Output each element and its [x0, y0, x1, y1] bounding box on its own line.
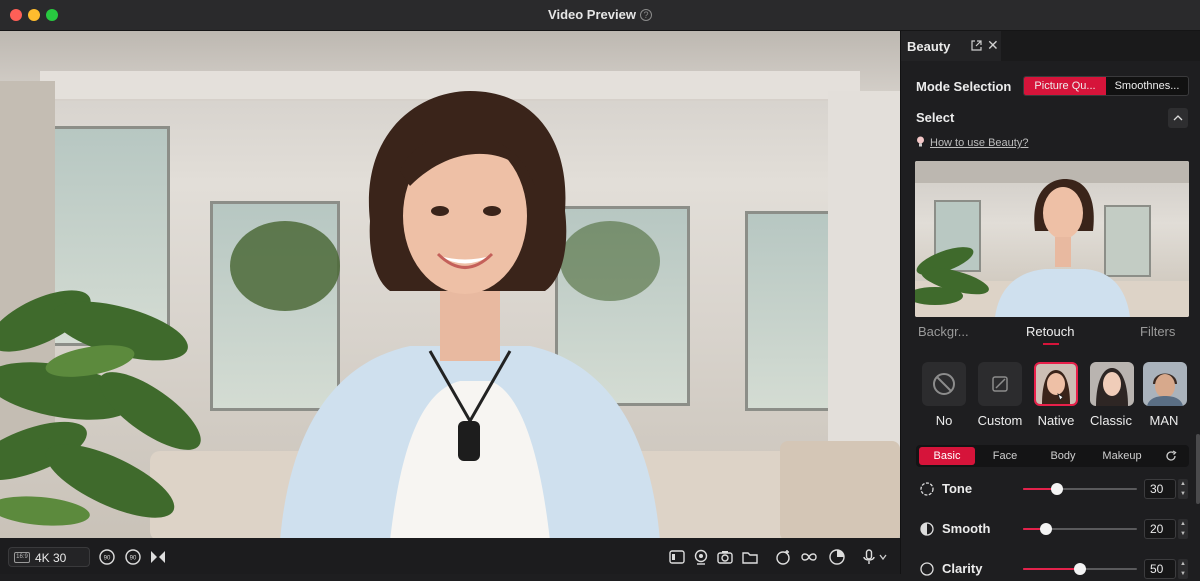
category-face[interactable]: Face: [978, 445, 1032, 467]
svg-text:90: 90: [104, 556, 111, 562]
aspect-ratio-badge: 16:9: [14, 552, 30, 563]
add-effect-icon[interactable]: [774, 548, 792, 566]
preset-no[interactable]: [922, 362, 966, 406]
lightbulb-icon: [917, 136, 924, 147]
chevron-down-icon[interactable]: [878, 552, 888, 570]
edit-icon: [992, 376, 1008, 392]
webcam-icon[interactable]: [692, 548, 710, 566]
beauty-subtabs: Backgr... Retouch Filters: [901, 323, 1200, 345]
tab-label: Beauty: [907, 39, 951, 54]
classic-face-thumbnail: [1090, 362, 1134, 406]
resolution-label: 4K 30: [35, 551, 67, 565]
tab-retouch[interactable]: Retouch: [1026, 324, 1074, 339]
clarity-value-field[interactable]: 50: [1144, 559, 1176, 579]
slider-row-tone: Tone 30 ▲ ▼: [916, 477, 1189, 501]
tone-icon: [920, 482, 934, 496]
preset-label-custom: Custom: [977, 413, 1023, 428]
slider-label: Smooth: [942, 521, 991, 536]
video-toolbar: 16:9 4K 30 90 90: [0, 538, 900, 574]
smooth-slider[interactable]: [1023, 523, 1137, 535]
chevron-up-icon: [1173, 115, 1183, 121]
select-label: Select: [916, 110, 955, 125]
category-basic[interactable]: Basic: [919, 447, 975, 465]
category-body[interactable]: Body: [1036, 445, 1090, 467]
rotate-left-icon[interactable]: 90: [98, 548, 116, 566]
smooth-icon: [920, 522, 934, 536]
beauty-preview-image: [915, 161, 1189, 317]
smooth-stepper[interactable]: ▲ ▼: [1178, 519, 1188, 539]
popout-icon[interactable]: [971, 40, 982, 51]
rotate-right-icon[interactable]: 90: [124, 548, 142, 566]
howto-link[interactable]: How to use Beauty?: [930, 137, 1028, 149]
clarity-slider[interactable]: [1023, 563, 1137, 575]
preset-label-native: Native: [1037, 413, 1075, 428]
tab-background[interactable]: Backgr...: [918, 324, 969, 339]
resolution-selector[interactable]: 16:9 4K 30: [8, 547, 90, 567]
category-bar: Basic Face Body Makeup: [916, 445, 1189, 467]
preset-label-man: MAN: [1149, 413, 1179, 428]
screen-icon[interactable]: [668, 548, 686, 566]
smooth-value-field[interactable]: 20: [1144, 519, 1176, 539]
folder-icon[interactable]: [741, 548, 759, 566]
mode-toggle: Picture Qu... Smoothnes...: [1023, 76, 1189, 96]
preset-man[interactable]: [1143, 362, 1187, 406]
howto: How to use Beauty?: [916, 136, 1028, 149]
no-icon: [933, 373, 955, 395]
plant: [0, 290, 201, 526]
timer-icon[interactable]: [828, 548, 846, 566]
microphone-icon[interactable]: [860, 548, 878, 566]
slider-row-smooth: Smooth 20 ▲ ▼: [916, 517, 1189, 541]
preset-classic[interactable]: [1090, 362, 1134, 406]
video-preview[interactable]: [0, 31, 900, 538]
window-title: Video Preview?: [0, 7, 1200, 22]
tone-value-field[interactable]: 30: [1144, 479, 1176, 499]
mode-picture-quality-button[interactable]: Picture Qu...: [1024, 77, 1106, 95]
svg-text:90: 90: [130, 556, 137, 562]
slider-row-clarity: Clarity 50 ▲ ▼: [916, 557, 1189, 581]
flip-horizontal-icon[interactable]: [149, 548, 167, 566]
tab-beauty[interactable]: Beauty ✕: [901, 31, 1001, 61]
preset-custom[interactable]: [978, 362, 1022, 406]
mode-smoothness-button[interactable]: Smoothnes...: [1106, 77, 1188, 95]
infinity-icon[interactable]: [800, 548, 818, 566]
man-face-thumbnail: [1143, 362, 1187, 406]
close-icon[interactable]: ✕: [987, 37, 999, 54]
clarity-icon: [920, 562, 934, 576]
collapse-button[interactable]: [1168, 108, 1188, 128]
panel-scrollbar[interactable]: [1196, 434, 1200, 504]
camera-icon[interactable]: [716, 548, 734, 566]
clarity-stepper[interactable]: ▲ ▼: [1178, 559, 1188, 579]
tab-filters[interactable]: Filters: [1140, 324, 1175, 339]
person: [280, 91, 660, 538]
preset-label-no: No: [935, 413, 953, 428]
native-face-thumbnail: [1036, 364, 1076, 404]
active-tab-indicator: [1043, 343, 1059, 345]
slider-label: Tone: [942, 481, 973, 496]
tone-stepper[interactable]: ▲ ▼: [1178, 479, 1188, 499]
help-icon[interactable]: ?: [639, 9, 652, 21]
reset-icon[interactable]: [1164, 449, 1178, 463]
preset-native[interactable]: [1034, 362, 1078, 406]
beauty-panel: Beauty ✕ Mode Selection Picture Qu... Sm…: [900, 31, 1200, 579]
title-bar: Video Preview?: [0, 0, 1200, 31]
category-makeup[interactable]: Makeup: [1094, 445, 1150, 467]
preset-label-classic: Classic: [1090, 413, 1132, 428]
mode-selection-label: Mode Selection: [916, 79, 1012, 94]
tone-slider[interactable]: [1023, 483, 1137, 495]
